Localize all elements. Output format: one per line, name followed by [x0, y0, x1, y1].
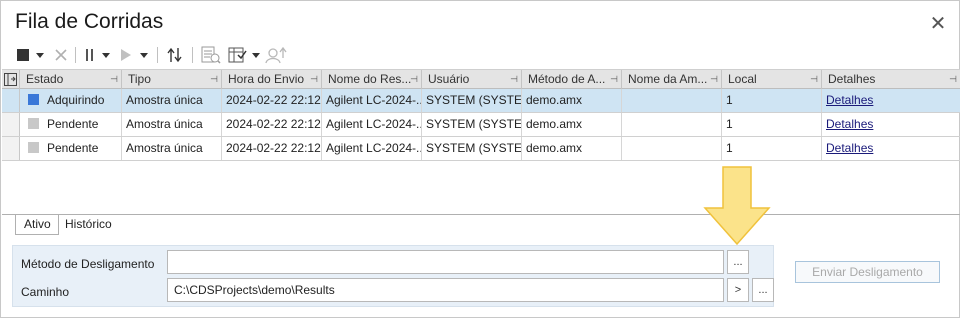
close-icon[interactable]: ✕ [927, 13, 949, 35]
column-header-hora[interactable]: Hora do Envio ⊣ [222, 70, 322, 89]
cell-estado: Pendente [20, 137, 122, 160]
pin-icon: ⊣ [410, 74, 418, 84]
cell-nome_am [622, 137, 722, 160]
send-shutdown-button[interactable]: Enviar Desligamento [795, 261, 940, 283]
cell-metodo: demo.amx [522, 89, 622, 112]
table-row[interactable]: Adquirindo Amostra única 2024-02-22 22:12.… [2, 89, 960, 113]
pause-dropdown-icon[interactable] [101, 45, 111, 65]
path-browse-button[interactable]: ... [752, 278, 774, 302]
method-browse-button[interactable]: ... [727, 250, 749, 274]
column-header-estado[interactable]: Estado ⊣ [20, 70, 122, 89]
cell-usuario: SYSTEM (SYSTEM) [422, 113, 522, 136]
play-dropdown-icon[interactable] [139, 45, 149, 65]
cell-local: 1 [722, 137, 822, 160]
run-queue-grid: Estado ⊣ Tipo ⊣ Hora do Envio ⊣ Nome do Res… [2, 69, 960, 215]
stop-icon[interactable] [15, 45, 31, 65]
cell-hora: 2024-02-22 22:12... [222, 113, 322, 136]
sort-arrows-icon[interactable] [165, 45, 185, 65]
row-header[interactable] [2, 137, 20, 160]
pin-icon: ⊣ [310, 74, 318, 84]
cell-local: 1 [722, 89, 822, 112]
cell-estado: Adquirindo [20, 89, 122, 112]
table-row[interactable]: Pendente Amostra única 2024-02-22 22:12...… [2, 113, 960, 137]
cell-nome_res: Agilent LC-2024-... [322, 89, 422, 112]
table-row[interactable]: Pendente Amostra única 2024-02-22 22:12...… [2, 137, 960, 161]
status-text: Pendente [47, 141, 99, 155]
cell-usuario: SYSTEM (SYSTEM) [422, 89, 522, 112]
cell-estado: Pendente [20, 113, 122, 136]
cell-detalhes[interactable]: Detalhes [822, 113, 960, 136]
row-header[interactable] [2, 113, 20, 136]
run-queue-window: Fila de Corridas ✕ Estado ⊣ Tipo ⊣ Hora … [0, 0, 960, 318]
cell-nome_am [622, 89, 722, 112]
status-square-icon [28, 94, 39, 105]
status-square-icon [28, 142, 39, 153]
cell-tipo: Amostra única [122, 113, 222, 136]
cell-tipo: Amostra única [122, 89, 222, 112]
cancel-icon[interactable] [53, 45, 69, 65]
tab-ativo[interactable]: Ativo [15, 215, 59, 235]
column-header-local[interactable]: Local ⊣ [722, 70, 822, 89]
pin-icon: ⊣ [210, 74, 218, 84]
cell-tipo: Amostra única [122, 137, 222, 160]
cell-usuario: SYSTEM (SYSTEM) [422, 137, 522, 160]
status-square-icon [28, 118, 39, 129]
pin-icon: ⊣ [110, 74, 118, 84]
queue-view-icon[interactable] [200, 45, 222, 65]
column-chooser-icon[interactable] [2, 70, 20, 89]
pin-icon: ⊣ [510, 74, 518, 84]
pin-icon: ⊣ [610, 74, 618, 84]
tab-historico[interactable]: Histórico [57, 215, 120, 235]
column-dropdown-icon[interactable] [251, 45, 261, 65]
cell-nome_res: Agilent LC-2024-... [322, 113, 422, 136]
cell-nome_am [622, 113, 722, 136]
column-header-usuario[interactable]: Usuário ⊣ [422, 70, 522, 89]
path-next-button[interactable]: > [727, 278, 749, 302]
cell-local: 1 [722, 113, 822, 136]
pin-icon: ⊣ [949, 74, 957, 84]
path-field[interactable]: C:\CDSProjects\demo\Results [167, 278, 724, 302]
column-header-metodo[interactable]: Método de A... ⊣ [522, 70, 622, 89]
toolbar-divider [192, 47, 193, 63]
cell-hora: 2024-02-22 22:12... [222, 137, 322, 160]
details-link[interactable]: Detalhes [826, 117, 873, 131]
cell-nome_res: Agilent LC-2024-... [322, 137, 422, 160]
play-icon[interactable] [119, 45, 133, 65]
stop-dropdown-icon[interactable] [35, 45, 45, 65]
pause-icon[interactable] [83, 45, 97, 65]
toolbar-divider [157, 47, 158, 63]
row-header[interactable] [2, 89, 20, 112]
shutdown-method-label: Método de Desligamento [21, 257, 155, 271]
window-title: Fila de Corridas [15, 10, 164, 33]
annotation-arrow [703, 166, 771, 246]
path-label: Caminho [21, 285, 70, 299]
shutdown-method-field[interactable] [167, 250, 724, 274]
cell-detalhes[interactable]: Detalhes [822, 89, 960, 112]
cell-metodo: demo.amx [522, 137, 622, 160]
column-header-tipo[interactable]: Tipo ⊣ [122, 70, 222, 89]
details-link[interactable]: Detalhes [826, 141, 873, 155]
toolbar-divider [75, 47, 76, 63]
shutdown-panel: Método de Desligamento ... Caminho C:\CD… [12, 245, 774, 307]
toolbar [15, 45, 315, 65]
status-text: Adquirindo [47, 93, 105, 107]
status-text: Pendente [47, 117, 99, 131]
pin-icon: ⊣ [810, 74, 818, 84]
cell-metodo: demo.amx [522, 113, 622, 136]
details-link[interactable]: Detalhes [826, 93, 873, 107]
column-header-nome-res[interactable]: Nome do Res... ⊣ [322, 70, 422, 89]
cell-detalhes[interactable]: Detalhes [822, 137, 960, 160]
cell-hora: 2024-02-22 22:12... [222, 89, 322, 112]
pin-icon: ⊣ [710, 74, 718, 84]
column-header-detalhes[interactable]: Detalhes ⊣ [822, 70, 960, 89]
grid-header: Estado ⊣ Tipo ⊣ Hora do Envio ⊣ Nome do Res… [2, 69, 960, 89]
column-header-nome-am[interactable]: Nome da Am... ⊣ [622, 70, 722, 89]
user-icon[interactable] [265, 45, 287, 65]
column-chooser-icon[interactable] [227, 45, 249, 65]
